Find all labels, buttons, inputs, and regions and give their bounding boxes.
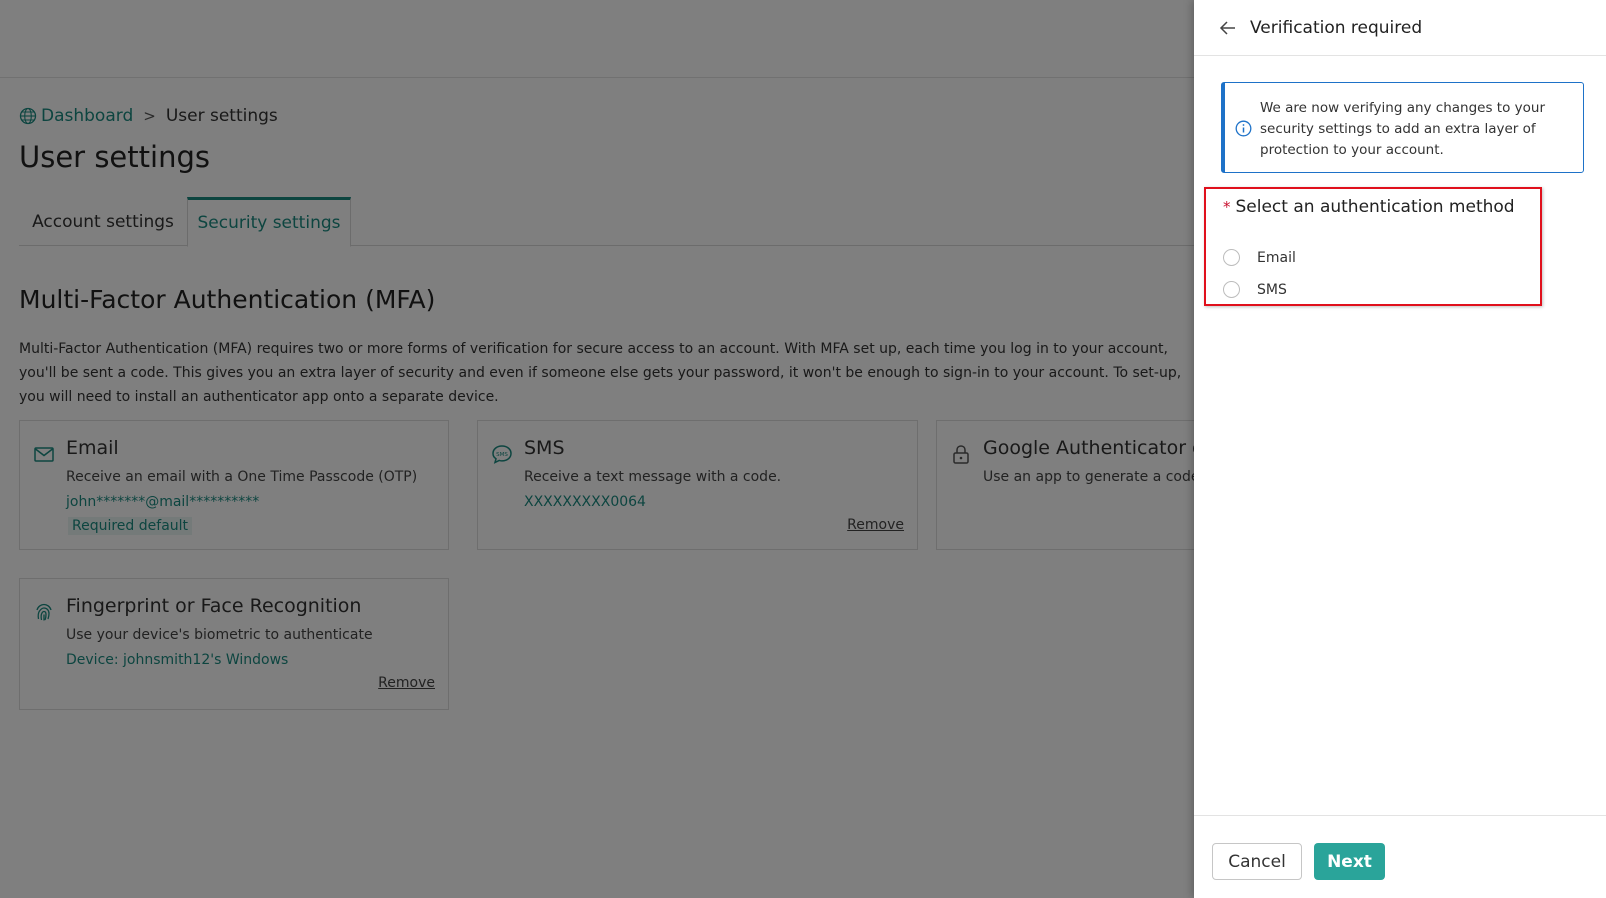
cancel-button[interactable]: Cancel (1212, 843, 1302, 880)
verification-drawer: Verification required We are now verifyi… (1194, 0, 1606, 898)
drawer-footer: Cancel Next (1194, 815, 1606, 898)
drawer-title: Verification required (1250, 17, 1423, 38)
required-asterisk: * (1223, 198, 1231, 216)
drawer-header: Verification required (1194, 0, 1606, 56)
next-button[interactable]: Next (1314, 843, 1385, 880)
authentication-method-group: * Select an authentication method Email S… (1204, 187, 1542, 306)
info-alert-text: We are now verifying any changes to your… (1260, 100, 1546, 158)
radio-option-email[interactable]: Email (1223, 249, 1296, 266)
radio-option-sms[interactable]: SMS (1223, 281, 1287, 298)
radio-button-sms[interactable] (1223, 281, 1240, 298)
info-icon (1235, 120, 1252, 137)
radio-option-sms-label: SMS (1257, 281, 1287, 298)
back-arrow-icon[interactable] (1218, 18, 1238, 38)
authentication-method-label: * Select an authentication method (1223, 197, 1515, 217)
info-alert: We are now verifying any changes to your… (1221, 82, 1584, 173)
authentication-method-label-text: Select an authentication method (1235, 197, 1515, 217)
radio-button-email[interactable] (1223, 249, 1240, 266)
radio-option-email-label: Email (1257, 249, 1296, 266)
